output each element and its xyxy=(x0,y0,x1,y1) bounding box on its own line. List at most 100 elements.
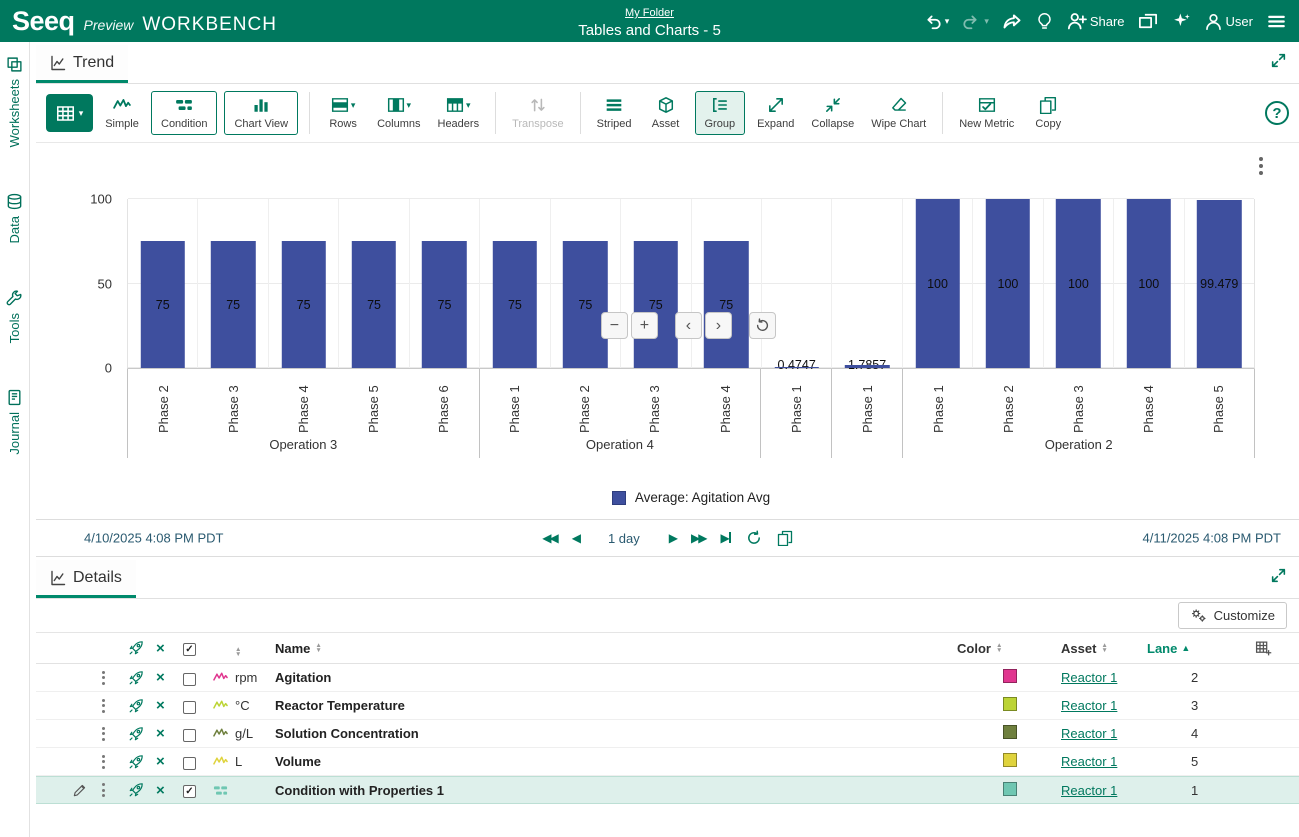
pan-right-button[interactable]: › xyxy=(705,312,732,339)
toolbar-group-button[interactable]: Group xyxy=(695,91,746,135)
ai-assistant-button[interactable] xyxy=(1171,11,1191,31)
toolbar-rows-button[interactable]: ▾ Rows xyxy=(321,93,365,133)
lane-value[interactable]: 3 xyxy=(1137,698,1198,713)
color-cell[interactable] xyxy=(1003,753,1061,770)
bar[interactable] xyxy=(774,367,818,368)
lightbulb-button[interactable] xyxy=(1035,12,1054,31)
color-cell[interactable] xyxy=(1003,782,1061,799)
redo-button[interactable]: ▾ xyxy=(962,12,989,31)
expand-trend-panel-icon[interactable] xyxy=(1270,52,1287,69)
edit-condition-button[interactable] xyxy=(72,783,102,798)
row-checkbox[interactable]: ✓ xyxy=(183,698,213,714)
bar[interactable]: 100 xyxy=(986,199,1030,368)
asset-column-header[interactable]: Asset▲▼ xyxy=(1061,641,1137,656)
remove-all-header[interactable]: × xyxy=(156,640,183,657)
navigate-asset-button[interactable] xyxy=(128,726,156,742)
bar[interactable]: 75 xyxy=(352,241,396,368)
details-row[interactable]: × ✓ °C Reactor Temperature Reactor 1 3 xyxy=(36,692,1299,720)
toolbar-asset-button[interactable]: Asset xyxy=(644,93,688,133)
tab-details[interactable]: Details xyxy=(36,560,136,598)
range-start[interactable]: 4/10/2025 4:08 PM PDT xyxy=(84,531,223,546)
item-name[interactable]: Solution Concentration xyxy=(275,726,1003,741)
color-column-header[interactable]: Color▲▼ xyxy=(957,641,1061,656)
bar[interactable] xyxy=(845,365,889,368)
bar[interactable]: 75 xyxy=(493,241,537,368)
row-checkbox[interactable]: ✓ xyxy=(183,726,213,742)
color-cell[interactable] xyxy=(1003,725,1061,742)
customize-button[interactable]: Customize xyxy=(1178,602,1287,629)
bar[interactable]: 75 xyxy=(563,241,607,368)
toolbar-headers-button[interactable]: ▾ Headers xyxy=(433,93,485,133)
sort-icon[interactable]: ▲▼ xyxy=(235,647,241,658)
sidebar-item-journal[interactable]: Journal xyxy=(6,389,23,455)
row-menu-kebab-icon[interactable] xyxy=(102,727,128,741)
toolbar-new-metric-button[interactable]: New Metric xyxy=(954,93,1019,133)
expand-details-panel-icon[interactable] xyxy=(1270,567,1287,584)
remove-item-button[interactable]: × xyxy=(156,782,183,799)
user-menu-button[interactable]: User xyxy=(1204,12,1253,31)
asset-link[interactable]: Reactor 1 xyxy=(1061,698,1117,713)
bar[interactable]: 75 xyxy=(211,241,255,368)
lane-value[interactable]: 4 xyxy=(1137,726,1198,741)
row-checkbox[interactable]: ✓ xyxy=(183,754,213,770)
zoom-out-button[interactable]: − xyxy=(601,312,628,339)
bar[interactable]: 100 xyxy=(1127,199,1171,368)
toolbar-condition-button[interactable]: Condition xyxy=(151,91,217,135)
bar[interactable]: 99.479 xyxy=(1197,200,1241,368)
row-menu-kebab-icon[interactable] xyxy=(102,671,128,685)
toolbar-transpose-button[interactable]: Transpose xyxy=(507,93,569,133)
bar[interactable]: 75 xyxy=(281,241,325,368)
breadcrumb-my-folder[interactable]: My Folder xyxy=(625,7,674,19)
toolbar-striped-button[interactable]: Striped xyxy=(592,93,637,133)
color-swatch[interactable] xyxy=(1003,669,1017,683)
name-column-header[interactable]: Name▲▼ xyxy=(275,641,1003,656)
details-row-selected[interactable]: × ✓ Condition with Properties 1 Reactor … xyxy=(36,776,1299,804)
navigate-asset-button[interactable] xyxy=(128,698,156,714)
table-view-selector-button[interactable]: ▾ xyxy=(46,94,93,132)
navigate-asset-button[interactable] xyxy=(128,782,156,798)
details-row[interactable]: × ✓ L Volume Reactor 1 5 xyxy=(36,748,1299,776)
toolbar-chart-view-button[interactable]: Chart View xyxy=(224,91,298,135)
remove-item-button[interactable]: × xyxy=(156,725,183,742)
details-row[interactable]: × ✓ g/L Solution Concentration Reactor 1… xyxy=(36,720,1299,748)
sort-icon[interactable]: ▲▼ xyxy=(1101,643,1107,654)
lane-value[interactable]: 5 xyxy=(1137,754,1198,769)
seeq-logo[interactable]: Seeq Preview WORKBENCH xyxy=(12,6,277,37)
add-column-button[interactable] xyxy=(1255,640,1299,657)
row-menu-kebab-icon[interactable] xyxy=(102,783,128,797)
bar[interactable]: 75 xyxy=(704,241,748,368)
item-name[interactable]: Condition with Properties 1 xyxy=(275,783,1003,798)
select-all-checkbox[interactable]: ✓ xyxy=(183,640,213,656)
row-menu-kebab-icon[interactable] xyxy=(102,699,128,713)
unit-column-header[interactable]: ▲▼ xyxy=(235,639,275,658)
color-swatch[interactable] xyxy=(1003,725,1017,739)
sort-icon[interactable]: ▲▼ xyxy=(996,643,1002,654)
pan-forward-button[interactable]: ▶ xyxy=(669,531,676,545)
undo-button[interactable]: ▾ xyxy=(923,12,950,31)
hamburger-menu-button[interactable] xyxy=(1266,11,1287,32)
step-to-end-button[interactable]: ▶ xyxy=(720,529,730,547)
asset-navigate-header[interactable] xyxy=(128,640,156,656)
asset-link[interactable]: Reactor 1 xyxy=(1061,726,1117,741)
step-forward-button[interactable]: ▶▶ xyxy=(691,531,705,545)
bar[interactable]: 100 xyxy=(915,199,959,368)
remove-item-button[interactable]: × xyxy=(156,697,183,714)
remove-item-button[interactable]: × xyxy=(156,669,183,686)
toolbar-wipe-chart-button[interactable]: Wipe Chart xyxy=(866,93,931,133)
step-back-button[interactable]: ◀◀ xyxy=(542,531,556,545)
pan-left-button[interactable]: ‹ xyxy=(675,312,702,339)
lane-value[interactable]: 1 xyxy=(1137,783,1198,798)
asset-link[interactable]: Reactor 1 xyxy=(1061,783,1117,798)
color-cell[interactable] xyxy=(1003,697,1061,714)
color-swatch[interactable] xyxy=(1003,753,1017,767)
bar[interactable]: 75 xyxy=(141,241,185,368)
asset-link[interactable]: Reactor 1 xyxy=(1061,670,1117,685)
copy-time-range-button[interactable] xyxy=(777,530,793,546)
navigate-asset-button[interactable] xyxy=(128,670,156,686)
color-swatch[interactable] xyxy=(1003,697,1017,711)
navigate-asset-button[interactable] xyxy=(128,754,156,770)
zoom-reset-button[interactable] xyxy=(749,312,776,339)
toolbar-copy-button[interactable]: Copy xyxy=(1026,93,1070,133)
color-swatch[interactable] xyxy=(1003,782,1017,796)
auto-update-button[interactable] xyxy=(746,530,762,546)
